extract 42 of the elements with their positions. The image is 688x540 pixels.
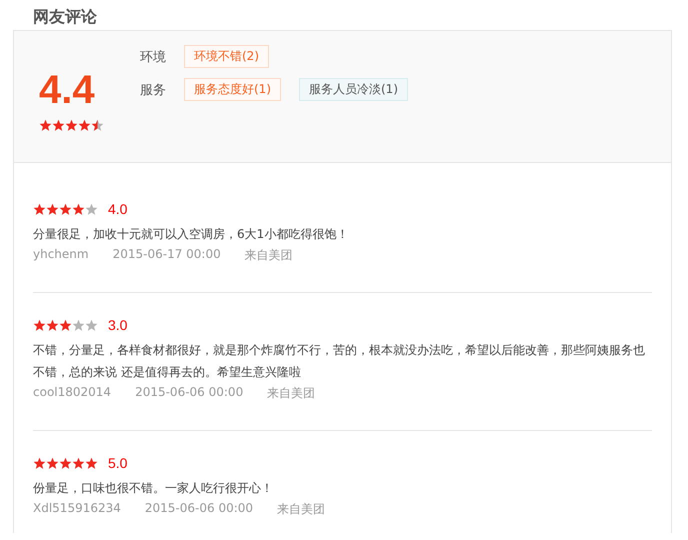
star-icon [33, 456, 46, 470]
review-source: 来自美团 [277, 501, 326, 518]
category-label: 服务 [140, 82, 167, 98]
review-text: 分量很足，加收十元就可以入空调房，6大1小都吃得很饱！ [33, 226, 350, 243]
review-text: 不错，分量足，各样食材都很好，就是那个炸腐竹不行，苦的，根本就没办法吃，希望以后能改善，那些阿姨服务也不错，总的来说 还是值得再去的。希望生意兴隆啦 [33, 342, 646, 381]
tag[interactable]: 环境不错(2) [184, 45, 269, 68]
review-score: 5.0 [108, 455, 128, 471]
star-icon [46, 202, 59, 216]
review-source: 来自美团 [244, 247, 293, 264]
review-date: 2015-06-17 00:00 [112, 247, 221, 263]
star-icon [39, 119, 52, 132]
review-date: 2015-06-06 00:00 [135, 385, 244, 401]
review-date: 2015-06-06 00:00 [144, 501, 254, 517]
star-icon [78, 119, 91, 132]
star-icon [59, 318, 72, 332]
category-label: 环境 [140, 48, 167, 66]
username: yhchenm [33, 247, 89, 263]
average-score: 4.4 [39, 67, 96, 113]
star-icon [59, 456, 72, 470]
review-score: 4.0 [108, 201, 128, 217]
username: Xdl515916234 [33, 501, 121, 517]
star-icon [33, 318, 46, 332]
tag[interactable]: 服务人员冷淡(1) [299, 78, 408, 101]
star-icon [72, 202, 85, 216]
star-icon [72, 318, 85, 332]
section-title: 网友评论 [32, 6, 98, 28]
star-icon [85, 202, 98, 216]
star-icon [33, 202, 46, 216]
review-text: 份量足，口味也很不错。一家人吃行很开心！ [33, 480, 274, 497]
username: cool1802014 [33, 385, 112, 401]
star-icon [85, 456, 98, 470]
star-icon [72, 456, 85, 470]
review-score: 3.0 [108, 317, 128, 333]
star-icon [46, 318, 59, 332]
tag[interactable]: 服务态度好(1) [184, 78, 281, 101]
star-icon [65, 119, 78, 132]
star-icon [85, 318, 98, 332]
star-icon [52, 119, 65, 132]
star-icon [59, 202, 72, 216]
star-icon [91, 119, 104, 132]
review-source: 来自美团 [267, 385, 316, 402]
star-icon [46, 456, 59, 470]
